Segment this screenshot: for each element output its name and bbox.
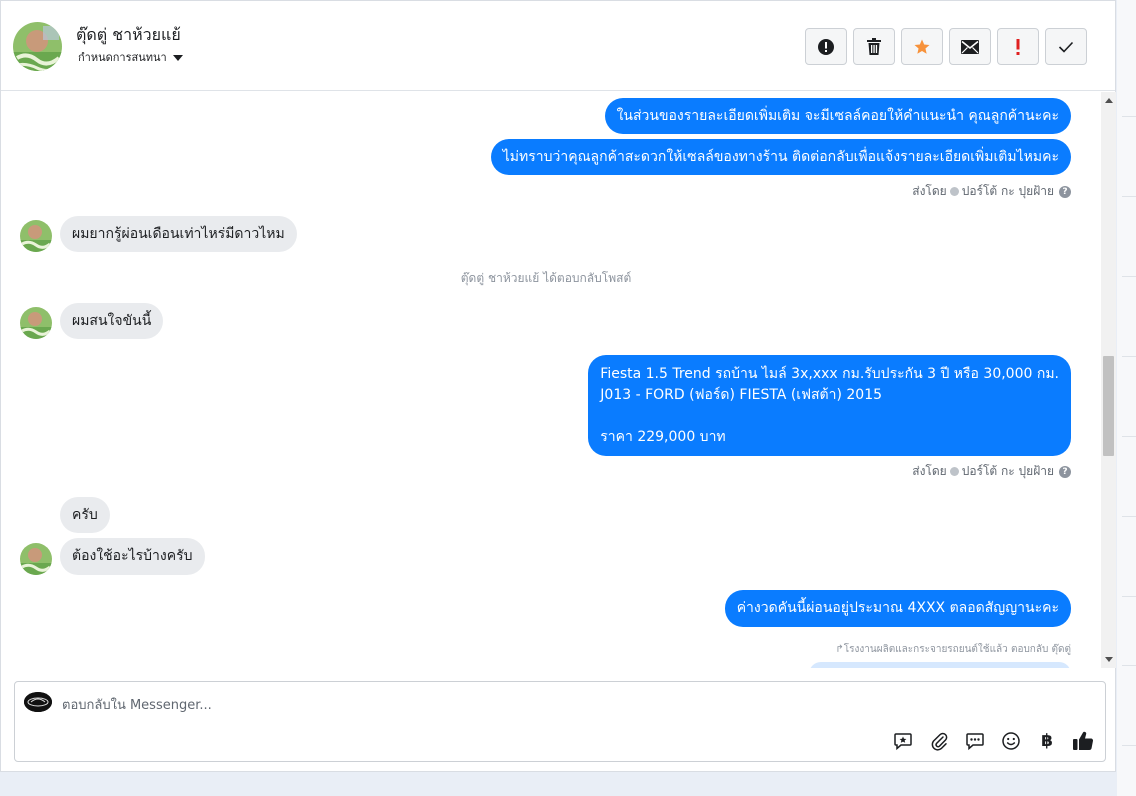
- thread-scrollbar[interactable]: [1101, 92, 1116, 668]
- star-icon: [914, 39, 930, 54]
- reply-composer: ฿: [14, 681, 1106, 762]
- divider: [1122, 196, 1136, 197]
- contact-avatar[interactable]: [13, 22, 62, 71]
- message-thread[interactable]: ในส่วนของรายละเอียดเพิ่มเติม จะมีเซลล์คอ…: [1, 92, 1101, 668]
- message-incoming[interactable]: ครับ: [60, 497, 110, 533]
- scroll-thumb[interactable]: [1103, 356, 1114, 456]
- page-avatar: [24, 692, 52, 712]
- message-outgoing-listing[interactable]: Fiesta 1.5 Trend รถบ้าน ไมล์ 3x,xxx กม.ร…: [588, 355, 1071, 456]
- mark-unread-button[interactable]: [949, 28, 991, 65]
- exclamation-icon: [1016, 38, 1020, 55]
- envelope-icon: [961, 39, 979, 54]
- listing-price: ราคา 229,000 บาท: [600, 429, 726, 445]
- help-icon[interactable]: ?: [1059, 465, 1071, 478]
- contact-avatar-small[interactable]: [20, 220, 52, 252]
- paperclip-icon: [931, 732, 948, 751]
- assign-conversation-dropdown[interactable]: กำหนดการสนทนา: [78, 48, 183, 66]
- divider: [1122, 516, 1136, 517]
- sent-by-prefix: ส่งโดย: [912, 184, 947, 198]
- reply-context-note: ↱โรงงานผลิตและกระจายรถยนต์ใช้แล้ว ตอบกลั…: [835, 644, 1071, 655]
- chevron-down-icon: [172, 55, 183, 61]
- contact-avatar-small[interactable]: [20, 543, 52, 575]
- message-outgoing[interactable]: ในส่วนของรายละเอียดเพิ่มเติม จะมีเซลล์คอ…: [604, 98, 1071, 134]
- smiley-icon: [1002, 732, 1020, 750]
- scroll-down-arrow-icon[interactable]: [1105, 657, 1113, 662]
- divider: [1122, 116, 1136, 117]
- mark-done-button[interactable]: [1045, 28, 1087, 65]
- sent-by-label: ส่งโดย ปอร์โต้ กะ ปุยฝ้าย ?: [912, 182, 1071, 201]
- message-outgoing-partial[interactable]: [809, 662, 1071, 668]
- help-icon[interactable]: ?: [1059, 185, 1071, 198]
- conversation-panel: ตุ๊ดตู่ ชาห้วยแย้ กำหนดการสนทนา ในส่วนขอ…: [0, 0, 1116, 772]
- saved-reply-button[interactable]: [892, 730, 914, 752]
- like-button[interactable]: [1072, 730, 1094, 752]
- window-edge: [1117, 0, 1136, 796]
- baht-icon: ฿: [1041, 731, 1053, 751]
- divider: [1122, 745, 1136, 746]
- message-incoming[interactable]: ผมยากรู้ผ่อนเดือนเท่าไหร่มีดาวไหม: [60, 216, 297, 252]
- sent-by-prefix: ส่งโดย: [912, 464, 947, 478]
- chat-bubble-icon: [966, 733, 984, 751]
- divider: [1122, 436, 1136, 437]
- sent-check-icon: [949, 467, 959, 476]
- listing-spacer: [600, 406, 1059, 427]
- reply-input[interactable]: [62, 694, 962, 716]
- assign-label: กำหนดการสนทนา: [78, 51, 167, 64]
- sender-name: ปอร์โต้ กะ ปุยฝ้าย: [961, 184, 1054, 198]
- star-button[interactable]: [901, 28, 943, 65]
- divider: [1122, 665, 1136, 666]
- conversation-header: ตุ๊ดตู่ ชาห้วยแย้ กำหนดการสนทนา: [1, 1, 1115, 91]
- sender-name: ปอร์โต้ กะ ปุยฝ้าย: [961, 464, 1054, 478]
- checkmark-icon: [1058, 41, 1074, 53]
- scroll-up-arrow-icon[interactable]: [1105, 98, 1113, 103]
- attach-file-button[interactable]: [928, 730, 950, 752]
- listing-line: Fiesta 1.5 Trend รถบ้าน ไมล์ 3x,xxx กม.ร…: [600, 366, 1059, 382]
- quick-replies-button[interactable]: [964, 730, 986, 752]
- mark-spam-button[interactable]: [805, 28, 847, 65]
- divider: [1122, 596, 1136, 597]
- saved-reply-icon: [894, 733, 912, 751]
- sent-check-icon: [949, 187, 959, 196]
- message-outgoing[interactable]: ค่างวดคันนี้ผ่อนอยู่ประมาณ 4XXX ตลอดสัญญ…: [724, 590, 1071, 627]
- message-outgoing[interactable]: ไม่ทราบว่าคุณลูกค้าสะดวกให้เซลล์ของทางร้…: [490, 139, 1071, 175]
- contact-name[interactable]: ตุ๊ดตู่ ชาห้วยแย้: [76, 23, 181, 48]
- trash-icon: [867, 37, 881, 55]
- delete-button[interactable]: [853, 28, 895, 65]
- divider: [1122, 356, 1136, 357]
- emoji-button[interactable]: [1000, 730, 1022, 752]
- follow-up-button[interactable]: [997, 28, 1039, 65]
- divider: [1122, 276, 1136, 277]
- message-incoming[interactable]: ผมสนใจขันนี้: [60, 303, 164, 339]
- sent-by-label: ส่งโดย ปอร์โต้ กะ ปุยฝ้าย ?: [912, 462, 1071, 481]
- exclamation-circle-icon: [818, 38, 834, 55]
- thumbs-up-icon: [1073, 731, 1094, 751]
- post-reply-notice: ตุ๊ดตู่ ชาห้วยแย้ ได้ตอบกลับโพสต์: [460, 271, 632, 285]
- payment-button[interactable]: ฿: [1036, 730, 1058, 752]
- listing-line: J013 - FORD (ฟอร์ด) FIESTA (เฟสต้า) 2015: [600, 387, 883, 403]
- message-incoming[interactable]: ต้องใช้อะไรบ้างครับ: [60, 538, 205, 575]
- contact-avatar-small[interactable]: [20, 307, 52, 339]
